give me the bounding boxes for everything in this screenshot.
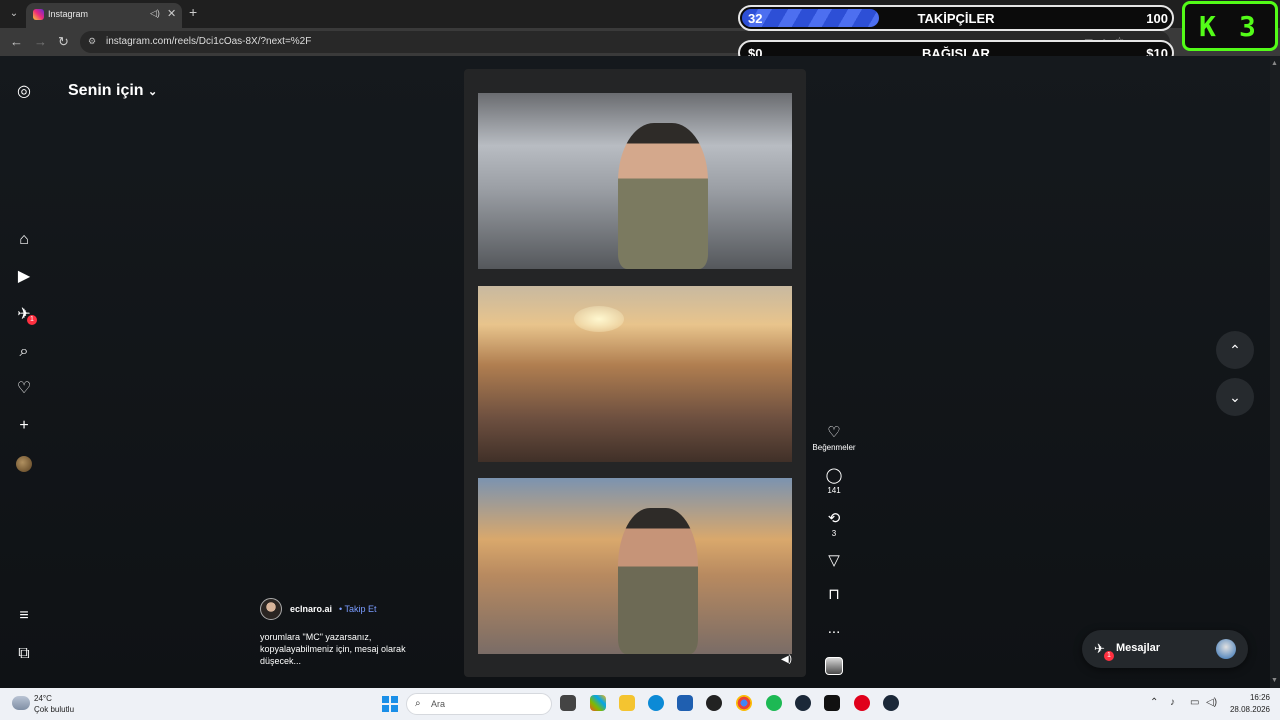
repost-icon: ⟲	[827, 510, 841, 527]
steam-icon[interactable]	[795, 695, 811, 711]
create-plus-icon[interactable]: +	[14, 416, 34, 436]
author-avatar[interactable]	[260, 598, 282, 620]
notifications-heart-icon[interactable]: ♡	[14, 379, 34, 399]
clock-time[interactable]: 16:26	[1248, 693, 1270, 702]
notification-badge: 1	[27, 315, 37, 325]
copilot-icon[interactable]	[590, 695, 606, 711]
url-text[interactable]: instagram.com/reels/Dci1cOas-8X/?next=%2…	[106, 36, 311, 47]
edge-icon[interactable]	[648, 695, 664, 711]
video-frame-selfie	[478, 478, 792, 654]
weather-temperature[interactable]: 24°C	[34, 694, 52, 703]
follow-button[interactable]: • Takip Et	[339, 604, 377, 614]
clock-date[interactable]: 28.08.2026	[1226, 705, 1270, 714]
menu-icon[interactable]: ≡	[14, 606, 34, 626]
tab-list-button[interactable]: ⌄	[6, 6, 22, 22]
video-frame-parking	[478, 93, 792, 269]
search-icon: ⌕	[415, 698, 421, 709]
tray-overflow-icon[interactable]: ⌃	[1150, 697, 1158, 708]
taskbar: 24°C Çok bulutlu ⌕ Ara ⌃ ♪ ▭ ◁) 16:26 28…	[0, 688, 1280, 720]
file-explorer-icon[interactable]	[619, 695, 635, 711]
network-icon[interactable]: ▭	[1190, 697, 1199, 708]
more-options-button[interactable]: ...	[806, 620, 862, 638]
steam-alt-icon[interactable]	[883, 695, 899, 711]
share-paper-plane-icon: ▽	[828, 552, 840, 569]
likes-label: Beğenmeler	[812, 443, 856, 452]
tab-title: Instagram	[48, 9, 89, 19]
more-apps-icon[interactable]: ⧉	[14, 644, 34, 664]
volume-icon[interactable]: ◁)	[1206, 697, 1217, 708]
messages-avatar	[1216, 639, 1236, 659]
followers-label: TAKİPÇİLER	[917, 11, 995, 26]
person-figure	[618, 123, 708, 269]
home-icon[interactable]: ⌂	[14, 230, 34, 250]
reels-icon[interactable]: ▶	[14, 267, 34, 287]
next-reel-button[interactable]: ⌄	[1216, 378, 1254, 416]
followers-goal-bar: 32 TAKİPÇİLER 100	[738, 5, 1174, 31]
messages-label: Mesajlar	[1116, 642, 1161, 654]
messages-badge: 1	[1104, 651, 1114, 661]
instagram-page: ◎ Senin için ⌄ ⌂ ▶ ✈ 1 ⌕ ♡ + ≡ ⧉ ◀) ♡ Be…	[0, 56, 1280, 688]
kick-widget: K 3	[1182, 1, 1278, 51]
profile-avatar[interactable]	[16, 456, 32, 472]
spotify-icon[interactable]	[766, 695, 782, 711]
search-placeholder: Ara	[431, 699, 446, 709]
task-view-icon[interactable]	[560, 695, 576, 711]
sun-glow	[574, 306, 624, 332]
audio-icon[interactable]: ◁)	[150, 8, 160, 19]
kick-logo-icon: K	[1199, 10, 1216, 43]
weather-description[interactable]: Çok bulutlu	[34, 705, 74, 714]
reload-icon[interactable]: ↻	[58, 34, 69, 50]
gaming-app-icon[interactable]	[854, 695, 870, 711]
new-tab-button[interactable]: +	[189, 4, 197, 20]
chrome-icon[interactable]	[736, 695, 752, 711]
search-icon[interactable]: ⌕	[14, 342, 34, 362]
video-frame-landscape	[478, 286, 792, 462]
scroll-up-arrow-icon[interactable]: ▲	[1271, 60, 1278, 67]
mute-icon[interactable]: ◀)	[781, 654, 792, 665]
comment-icon: ◯	[825, 467, 843, 484]
previous-reel-button[interactable]: ⌃	[1216, 331, 1254, 369]
messages-button[interactable]: ✈ 1 Mesajlar	[1082, 630, 1248, 668]
comment-button[interactable]: ◯ 141	[806, 467, 862, 495]
comments-count: 141	[827, 486, 841, 495]
followers-goal: 100	[1146, 11, 1168, 26]
heart-icon: ♡	[827, 424, 841, 441]
obs-icon[interactable]	[706, 695, 722, 711]
share-button[interactable]: ▽	[806, 552, 862, 570]
instagram-logo-icon[interactable]: ◎	[14, 82, 34, 102]
reel-video[interactable]: ◀)	[464, 69, 806, 677]
bookmark-icon: ⊓	[828, 586, 840, 603]
site-info-icon[interactable]: ⚙	[88, 36, 100, 48]
browser-tab[interactable]: Instagram ◁) ✕	[26, 3, 182, 28]
chevron-down-icon: ⌄	[148, 86, 158, 98]
page-scrollbar[interactable]: ▲ ▼	[1270, 56, 1280, 688]
close-tab-icon[interactable]: ✕	[167, 7, 176, 20]
taskbar-search[interactable]: ⌕ Ara	[406, 693, 552, 715]
like-button[interactable]: ♡ Beğenmeler	[806, 424, 862, 452]
kick-count: 3	[1239, 10, 1256, 43]
reposts-count: 3	[831, 529, 837, 538]
forward-arrow-icon[interactable]: →	[34, 34, 47, 50]
windows-start-icon[interactable]	[382, 696, 398, 712]
person-figure	[618, 508, 698, 654]
back-arrow-icon[interactable]: ←	[10, 34, 23, 50]
repost-button[interactable]: ⟲ 3	[806, 510, 862, 538]
feed-title: Senin için	[68, 82, 144, 99]
author-name[interactable]: eclnaro.ai	[290, 604, 332, 614]
save-button[interactable]: ⊓	[806, 586, 862, 604]
microphone-icon[interactable]: ♪	[1170, 697, 1175, 708]
scroll-down-arrow-icon[interactable]: ▼	[1271, 677, 1278, 684]
epic-games-icon[interactable]	[824, 695, 840, 711]
feed-selector[interactable]: Senin için ⌄	[68, 82, 157, 100]
reel-caption: yorumlara "MC" yazarsanız, kopyalayabilm…	[260, 632, 406, 666]
store-icon[interactable]	[677, 695, 693, 711]
instagram-favicon-icon	[33, 9, 44, 20]
audio-avatar[interactable]	[825, 657, 843, 675]
more-dots-icon: ...	[827, 620, 841, 637]
cloud-icon[interactable]	[12, 696, 30, 710]
